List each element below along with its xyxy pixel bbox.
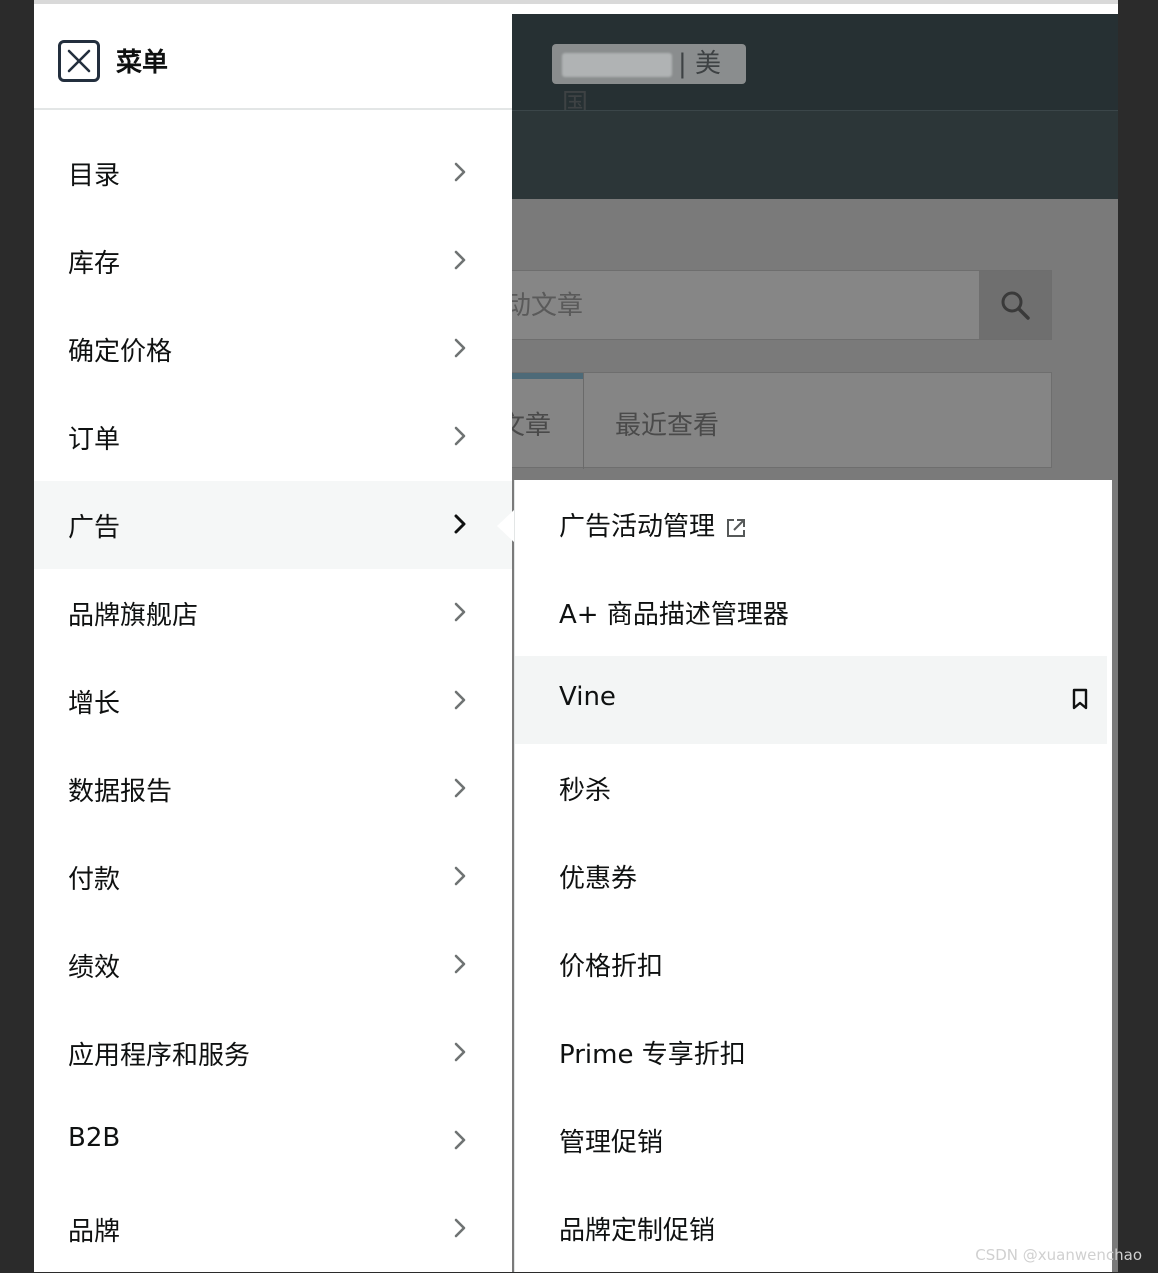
menu-header: 菜单 — [34, 14, 512, 110]
tab-recently-viewed[interactable]: 最近查看 — [615, 405, 719, 442]
menu-item-reports[interactable]: 数据报告 — [34, 745, 512, 833]
menu-item-label: 订单 — [68, 425, 121, 455]
menu-item-catalog[interactable]: 目录 — [34, 129, 512, 217]
submenu-item-vine[interactable]: Vine — [515, 656, 1107, 744]
submenu-pointer — [497, 510, 514, 542]
chevron-right-icon — [454, 1218, 466, 1238]
bookmark-icon[interactable] — [1071, 688, 1089, 710]
menu-item-label: 品牌 — [68, 1217, 121, 1247]
submenu-item-a-plus-manager[interactable]: A+ 商品描述管理器 — [515, 568, 1112, 656]
chevron-right-icon — [454, 778, 466, 798]
menu-item-label: 品牌旗舰店 — [68, 601, 199, 631]
chevron-right-icon — [454, 426, 466, 446]
store-selector[interactable]: | 美国 — [552, 44, 746, 119]
chevron-right-icon — [454, 514, 466, 534]
submenu-item-label: Vine — [559, 682, 616, 712]
chevron-right-icon — [454, 690, 466, 710]
chevron-right-icon — [454, 602, 466, 622]
submenu-item-label: Prime 专享折扣 — [559, 1040, 746, 1070]
submenu-item-label: 品牌定制促销 — [559, 1216, 716, 1246]
chevron-right-icon — [454, 338, 466, 358]
chevron-right-icon — [454, 1042, 466, 1062]
menu-item-label: 确定价格 — [68, 337, 173, 367]
submenu-item-label: 价格折扣 — [559, 952, 664, 982]
submenu-item-label: 广告活动管理 — [559, 506, 747, 543]
menu-item-label: 绩效 — [68, 953, 121, 983]
submenu-item-campaign-manager[interactable]: 广告活动管理 — [515, 480, 1112, 568]
menu-item-orders[interactable]: 订单 — [34, 393, 512, 481]
close-icon — [67, 49, 91, 73]
menu-item-apps-services[interactable]: 应用程序和服务 — [34, 1009, 512, 1097]
menu-item-label: 库存 — [68, 249, 121, 279]
submenu-item-label: A+ 商品描述管理器 — [559, 600, 789, 630]
menu-item-growth[interactable]: 增长 — [34, 657, 512, 745]
menu-item-label: 数据报告 — [68, 777, 173, 807]
menu-item-brand-store[interactable]: 品牌旗舰店 — [34, 569, 512, 657]
chevron-right-icon — [454, 1130, 466, 1150]
background-tabs: 文章 最近查看 — [474, 372, 1052, 469]
submenu-item-label: 优惠券 — [559, 864, 638, 894]
tab-divider — [583, 373, 584, 469]
submenu-item-label: 管理促销 — [559, 1128, 664, 1158]
menu-item-label: 增长 — [68, 689, 121, 719]
redacted-store-name — [562, 52, 672, 77]
submenu-list: 广告活动管理 A+ 商品描述管理器 Vine 秒杀 优惠券 价格折扣 Prime… — [515, 480, 1112, 1272]
submenu-item-label: 秒杀 — [559, 776, 612, 806]
menu-item-label: 广告 — [68, 513, 121, 543]
nav-menu: 菜单 目录 库存 确定价格 订单 广告 品牌旗舰店 增长 数据报告 付款 绩效 … — [34, 14, 512, 1272]
watermark: CSDN @xuanwenchao — [975, 1246, 1142, 1264]
menu-item-label: B2B — [68, 1123, 121, 1153]
external-link-icon — [727, 518, 746, 537]
submenu-item-price-discounts[interactable]: 价格折扣 — [515, 920, 1112, 1008]
menu-item-performance[interactable]: 绩效 — [34, 921, 512, 1009]
submenu-item-prime-discounts[interactable]: Prime 专享折扣 — [515, 1008, 1112, 1096]
menu-title: 菜单 — [116, 48, 169, 78]
submenu-item-lightning-deals[interactable]: 秒杀 — [515, 744, 1112, 832]
submenu-item-manage-promotions[interactable]: 管理促销 — [515, 1096, 1112, 1184]
advertising-submenu: 广告活动管理 A+ 商品描述管理器 Vine 秒杀 优惠券 价格折扣 Prime… — [514, 480, 1112, 1272]
menu-item-label: 应用程序和服务 — [68, 1041, 251, 1071]
menu-item-label: 付款 — [68, 865, 121, 895]
submenu-item-text: 广告活动管理 — [559, 512, 716, 542]
menu-item-label: 目录 — [68, 161, 121, 191]
submenu-item-coupons[interactable]: 优惠券 — [515, 832, 1112, 920]
menu-item-b2b[interactable]: B2B — [34, 1097, 512, 1185]
top-line — [34, 4, 1118, 14]
menu-item-brands[interactable]: 品牌 — [34, 1185, 512, 1273]
search-button[interactable] — [979, 271, 1051, 339]
chevron-right-icon — [454, 866, 466, 886]
chevron-right-icon — [454, 162, 466, 182]
chevron-right-icon — [454, 954, 466, 974]
background-search[interactable]: 动文章 — [474, 270, 1052, 340]
close-menu-button[interactable] — [58, 40, 100, 82]
menu-item-advertising[interactable]: 广告 — [34, 481, 512, 569]
menu-list: 目录 库存 确定价格 订单 广告 品牌旗舰店 增长 数据报告 付款 绩效 应用程… — [34, 129, 512, 1273]
chevron-right-icon — [454, 250, 466, 270]
search-placeholder: 动文章 — [505, 291, 584, 321]
search-icon — [1001, 291, 1030, 320]
menu-item-pricing[interactable]: 确定价格 — [34, 305, 512, 393]
menu-item-inventory[interactable]: 库存 — [34, 217, 512, 305]
menu-item-payments[interactable]: 付款 — [34, 833, 512, 921]
